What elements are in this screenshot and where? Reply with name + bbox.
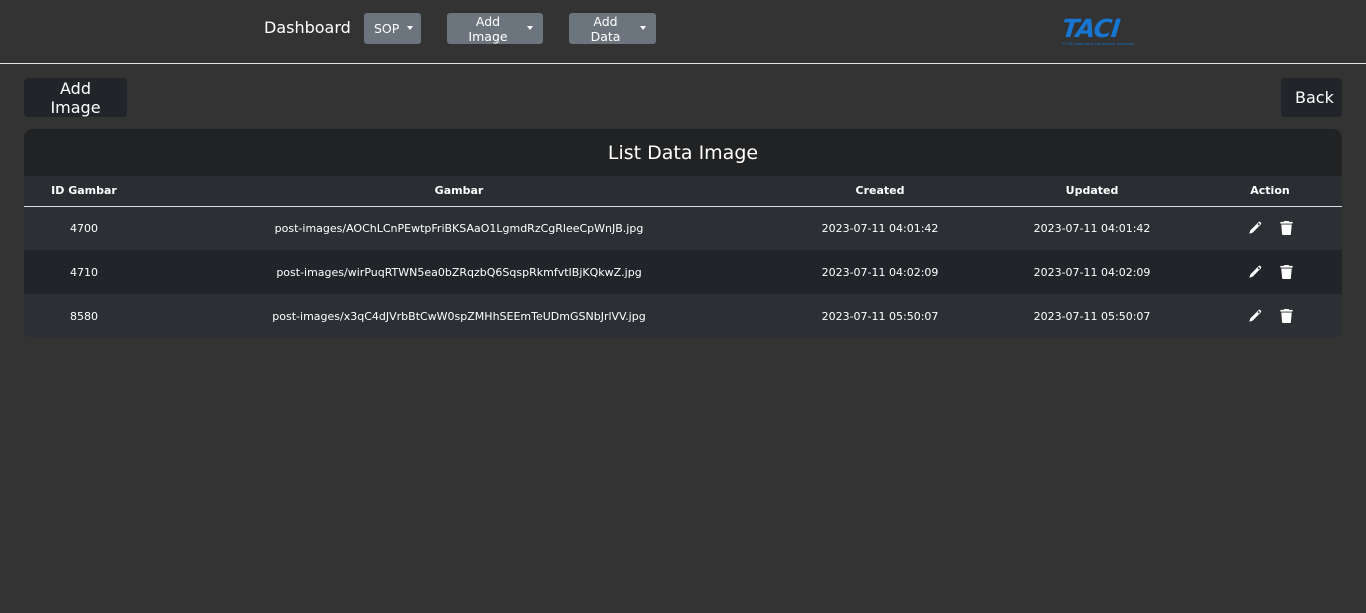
cell-created: 2023-07-11 04:01:42 [821, 221, 939, 235]
cell-created: 2023-07-11 05:50:07 [821, 309, 939, 323]
column-header-action: Action [1250, 184, 1290, 198]
caret-down-icon [407, 25, 414, 30]
column-header-created: Created [855, 184, 905, 198]
cell-id: 4710 [70, 265, 98, 279]
cell-action [1198, 206, 1342, 250]
cell-action [1198, 294, 1342, 338]
add-image-button[interactable]: Add Image [24, 78, 127, 117]
trash-icon[interactable] [1279, 309, 1293, 323]
sop-dropdown-label: SOP [374, 21, 400, 36]
pencil-icon[interactable] [1248, 221, 1262, 235]
cell-updated: 2023-07-11 04:02:09 [1033, 265, 1151, 279]
cell-gambar: post-images/AOChLCnPEwtpFriBKSAaO1LgmdRz… [274, 221, 644, 235]
logo-text: TACI [1060, 14, 1121, 43]
cell-id: 4700 [70, 221, 98, 235]
table-row: 4710 post-images/wirPuqRTWN5ea0bZRqzbQ6S… [24, 250, 1342, 294]
image-table: ID Gambar Gambar Created Updated Action … [24, 176, 1342, 338]
cell-gambar: post-images/x3qC4dJVrbBtCwW0spZMHhSEEmTe… [272, 309, 646, 323]
nav-dashboard-link[interactable]: Dashboard [264, 18, 351, 38]
table-row: 8580 post-images/x3qC4dJVrbBtCwW0spZMHhS… [24, 294, 1342, 338]
pencil-icon[interactable] [1248, 309, 1262, 323]
taci-logo: TACI PT TD Automotive Compressor Indones… [1060, 14, 1134, 50]
column-header-updated: Updated [1065, 184, 1119, 198]
cell-updated: 2023-07-11 05:50:07 [1033, 309, 1151, 323]
back-button[interactable]: Back [1281, 78, 1342, 117]
trash-icon[interactable] [1279, 265, 1293, 279]
table-header-row: ID Gambar Gambar Created Updated Action [24, 176, 1342, 206]
column-header-gambar: Gambar [434, 184, 484, 198]
add-image-dropdown-button[interactable]: Add Image [447, 13, 543, 44]
pencil-icon[interactable] [1248, 265, 1262, 279]
caret-down-icon [527, 25, 533, 30]
top-navbar: Dashboard SOP Add Image Add Data TACI PT… [0, 0, 1366, 64]
cell-created: 2023-07-11 04:02:09 [821, 265, 939, 279]
add-image-dropdown-label: Add Image [468, 13, 508, 44]
trash-icon[interactable] [1279, 221, 1293, 236]
cell-id: 8580 [70, 309, 98, 323]
add-data-dropdown-label: Add Data [590, 13, 621, 44]
image-list-card: List Data Image ID Gambar Gambar Created… [24, 129, 1342, 338]
cell-updated: 2023-07-11 04:01:42 [1033, 221, 1151, 235]
table-row: 4700 post-images/AOChLCnPEwtpFriBKSAaO1L… [24, 206, 1342, 250]
cell-gambar: post-images/wirPuqRTWN5ea0bZRqzbQ6SqspRk… [276, 265, 642, 279]
card-title: List Data Image [24, 129, 1342, 176]
column-header-id: ID Gambar [51, 184, 117, 198]
sop-dropdown-button[interactable]: SOP [364, 13, 421, 44]
cell-action [1198, 250, 1342, 294]
caret-down-icon [640, 25, 646, 30]
add-data-dropdown-button[interactable]: Add Data [569, 13, 656, 44]
